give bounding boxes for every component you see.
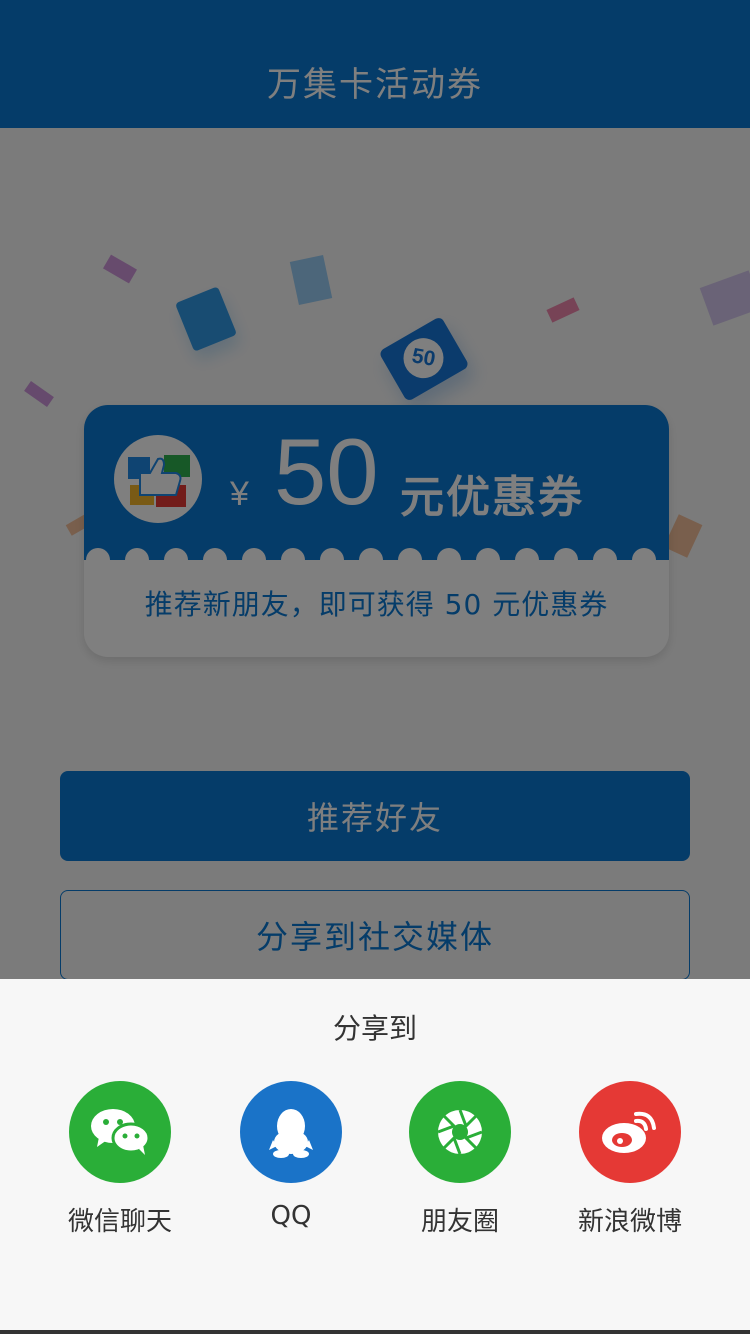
share-sheet: 分享到 微信聊天 QQ 朋友圈 新浪微博 [0, 979, 750, 1334]
share-option-label: QQ [270, 1201, 312, 1231]
share-option-weibo[interactable]: 新浪微博 [550, 1081, 710, 1241]
share-option-label: 朋友圈 [420, 1207, 499, 1237]
share-option-label: 微信聊天 [67, 1207, 172, 1237]
share-option-moments[interactable]: 朋友圈 [380, 1081, 540, 1241]
modal-backdrop[interactable] [0, 0, 750, 979]
share-option-qq[interactable]: QQ [211, 1081, 371, 1241]
wechat-icon [69, 1081, 171, 1183]
qq-penguin-icon [240, 1081, 342, 1183]
moments-shutter-icon [409, 1081, 511, 1183]
home-indicator-bar [0, 1330, 750, 1334]
share-option-wechat[interactable]: 微信聊天 [40, 1081, 200, 1241]
weibo-icon [579, 1081, 681, 1183]
share-option-label: 新浪微博 [577, 1207, 682, 1237]
share-sheet-title: 分享到 [332, 1012, 417, 1045]
